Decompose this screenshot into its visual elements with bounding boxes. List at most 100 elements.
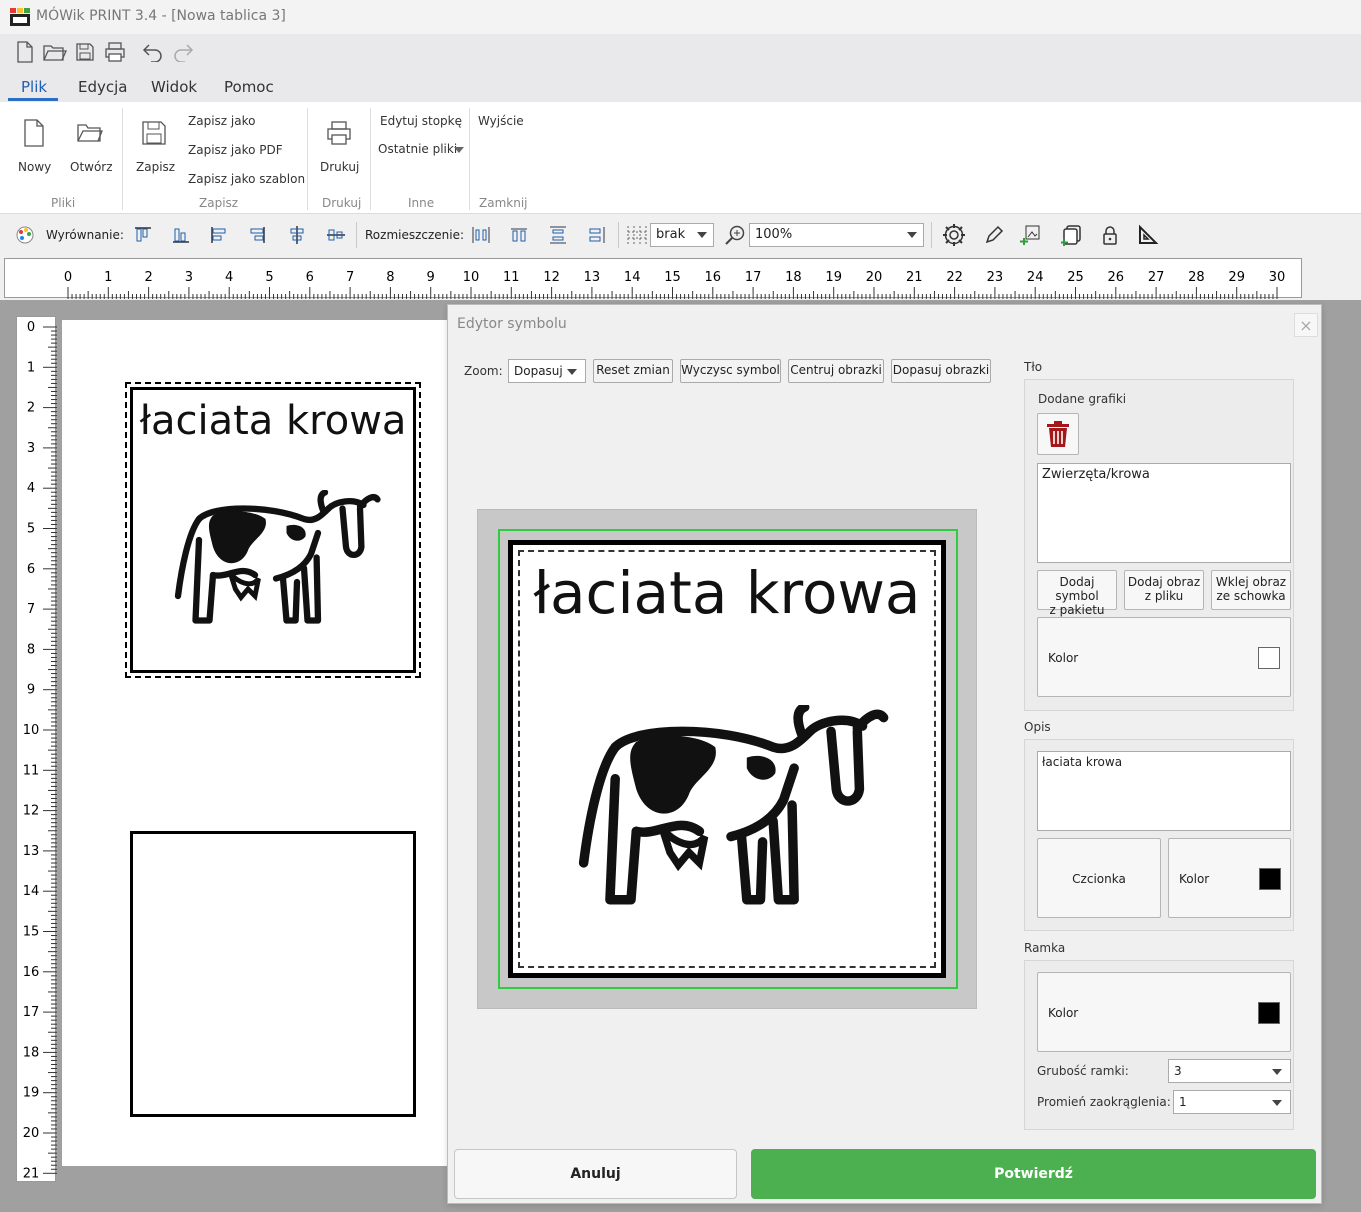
- new-button[interactable]: Nowy: [14, 116, 54, 178]
- ruler-number: 10: [463, 270, 480, 285]
- center-images-button[interactable]: Centruj obrazki: [788, 359, 884, 383]
- new-doc-icon[interactable]: [12, 39, 38, 65]
- edit-footer-button[interactable]: Edytuj stopkę: [380, 114, 462, 128]
- add-image-icon[interactable]: [1019, 224, 1041, 246]
- print-icon[interactable]: [102, 39, 128, 65]
- save-button[interactable]: Zapisz: [132, 116, 176, 178]
- add-symbol-icon[interactable]: [1060, 224, 1082, 246]
- open-folder-icon: [77, 124, 103, 142]
- tab-plik[interactable]: Plik: [21, 78, 47, 96]
- align-left-icon[interactable]: [208, 224, 230, 246]
- paste-image-line2: ze schowka: [1216, 589, 1286, 603]
- distribute-horizontal-icon[interactable]: [470, 224, 492, 246]
- trash-icon: [1047, 421, 1069, 447]
- ruler-number: 21: [906, 270, 923, 285]
- fit-images-button[interactable]: Dopasuj obrazki: [891, 359, 991, 383]
- grid-select[interactable]: brak: [650, 223, 714, 247]
- dialog-title: Edytor symbolu: [457, 316, 567, 332]
- frame-thickness-select[interactable]: 3: [1168, 1059, 1291, 1083]
- align-center-horizontal-icon[interactable]: [325, 224, 347, 246]
- chevron-down-icon: [697, 232, 707, 238]
- cow-icon[interactable]: [571, 705, 891, 905]
- ruler-number: 18: [23, 1045, 40, 1060]
- add-from-package-line1: Dodaj symbol: [1055, 575, 1099, 603]
- graphics-list[interactable]: Zwierzęta/krowa: [1037, 463, 1291, 563]
- set-square-icon[interactable]: [1137, 224, 1159, 246]
- save-pdf-button[interactable]: Zapisz jako PDF: [188, 143, 283, 157]
- lock-icon[interactable]: [1099, 224, 1121, 246]
- ruler-number: 13: [23, 844, 40, 859]
- ruler-number: 11: [23, 763, 40, 778]
- text-color-button[interactable]: Kolor: [1168, 838, 1291, 918]
- distribute-centers-icon[interactable]: [508, 224, 530, 246]
- ribbon-separator: [370, 108, 371, 210]
- grid-icon: [627, 226, 647, 244]
- exit-button[interactable]: Wyjście: [478, 114, 524, 128]
- ribbon-separator: [469, 108, 470, 210]
- corner-radius-label: Promień zaokrąglenia:: [1037, 1095, 1171, 1109]
- print-icon: [327, 121, 351, 145]
- ruler-number: 19: [23, 1086, 40, 1101]
- undo-icon[interactable]: [140, 39, 166, 65]
- align-center-vertical-icon[interactable]: [286, 224, 308, 246]
- preview-text: łaciata krowa: [533, 559, 921, 627]
- chevron-down-icon: [907, 232, 917, 238]
- background-color-button[interactable]: Kolor: [1037, 617, 1291, 697]
- distribute-vertical-icon[interactable]: [547, 224, 569, 246]
- zoom-select[interactable]: 100%: [749, 223, 924, 247]
- files-group-label: Pliki: [51, 196, 76, 210]
- ruler-number: 18: [785, 270, 802, 285]
- distribution-label: Rozmieszczenie:: [365, 228, 465, 242]
- cancel-button[interactable]: Anuluj: [454, 1149, 737, 1199]
- tab-widok[interactable]: Widok: [151, 78, 197, 96]
- ruler-number: 11: [503, 270, 520, 285]
- paste-image-button[interactable]: Wklej obraz ze schowka: [1211, 570, 1291, 610]
- add-from-file-button[interactable]: Dodaj obraz z pliku: [1124, 570, 1204, 610]
- recent-files-dropdown[interactable]: Ostatnie pliki: [378, 142, 466, 160]
- other-group-label: Inne: [408, 196, 435, 210]
- save-icon[interactable]: [72, 39, 98, 65]
- align-top-icon[interactable]: [132, 224, 154, 246]
- open-label: Otwórz: [70, 160, 113, 174]
- add-from-package-button[interactable]: Dodaj symbol z pakietu: [1037, 570, 1117, 617]
- dialog-zoom-select[interactable]: Dopasuj: [508, 359, 586, 383]
- align-right-icon[interactable]: [246, 224, 268, 246]
- distribute-middles-icon[interactable]: [586, 224, 608, 246]
- reset-changes-button[interactable]: Reset zmian: [593, 359, 673, 383]
- horizontal-ruler: 0 1 2 3 4 5 6 7 8 9 10 11 12 13 14 15 16 17 18 19 20 21 22 23 24…: [4, 258, 1302, 299]
- zoom-in-icon[interactable]: [724, 224, 746, 246]
- graphics-list-item[interactable]: Zwierzęta/krowa: [1042, 467, 1286, 482]
- preview-symbol[interactable]: łaciata krowa: [508, 540, 946, 978]
- ruler-number: 20: [866, 270, 883, 285]
- close-icon[interactable]: ×: [1294, 313, 1318, 337]
- title-bar: MÓWik PRINT 3.4 - [Nowa tablica 3]: [0, 0, 1361, 34]
- confirm-button[interactable]: Potwierdź: [751, 1149, 1316, 1199]
- description-input[interactable]: łaciata krowa: [1037, 751, 1291, 831]
- palette-icon[interactable]: [14, 224, 36, 246]
- alignment-label: Wyrównanie:: [46, 228, 124, 242]
- text-color-label: Kolor: [1179, 872, 1210, 886]
- clear-symbol-button[interactable]: Wyczysc symbol: [680, 359, 781, 383]
- open-button[interactable]: Otwórz: [66, 116, 116, 178]
- ruler-number: 6: [27, 562, 35, 577]
- symbol-card[interactable]: łaciata krowa: [130, 387, 416, 673]
- save-as-button[interactable]: Zapisz jako: [188, 114, 255, 128]
- empty-symbol-card[interactable]: [130, 831, 416, 1117]
- frame-color-button[interactable]: Kolor: [1037, 972, 1291, 1052]
- gear-icon[interactable]: [941, 222, 967, 248]
- tab-edycja[interactable]: Edycja: [78, 78, 127, 96]
- ruler-number: 6: [306, 270, 314, 285]
- tab-pomoc[interactable]: Pomoc: [224, 78, 274, 96]
- font-button[interactable]: Czcionka: [1037, 838, 1161, 918]
- open-folder-icon[interactable]: [42, 39, 68, 65]
- print-button[interactable]: Drukuj: [316, 116, 362, 178]
- text-color-swatch: [1259, 868, 1281, 890]
- redo-icon[interactable]: [170, 39, 196, 65]
- delete-graphic-button[interactable]: [1037, 413, 1079, 455]
- save-template-button[interactable]: Zapisz jako szablon: [188, 172, 305, 186]
- corner-radius-select[interactable]: 1: [1173, 1090, 1291, 1114]
- print-label: Drukuj: [320, 160, 360, 174]
- toolbar-separator: [356, 222, 357, 248]
- pencil-icon[interactable]: [983, 224, 1005, 246]
- align-bottom-icon[interactable]: [170, 224, 192, 246]
